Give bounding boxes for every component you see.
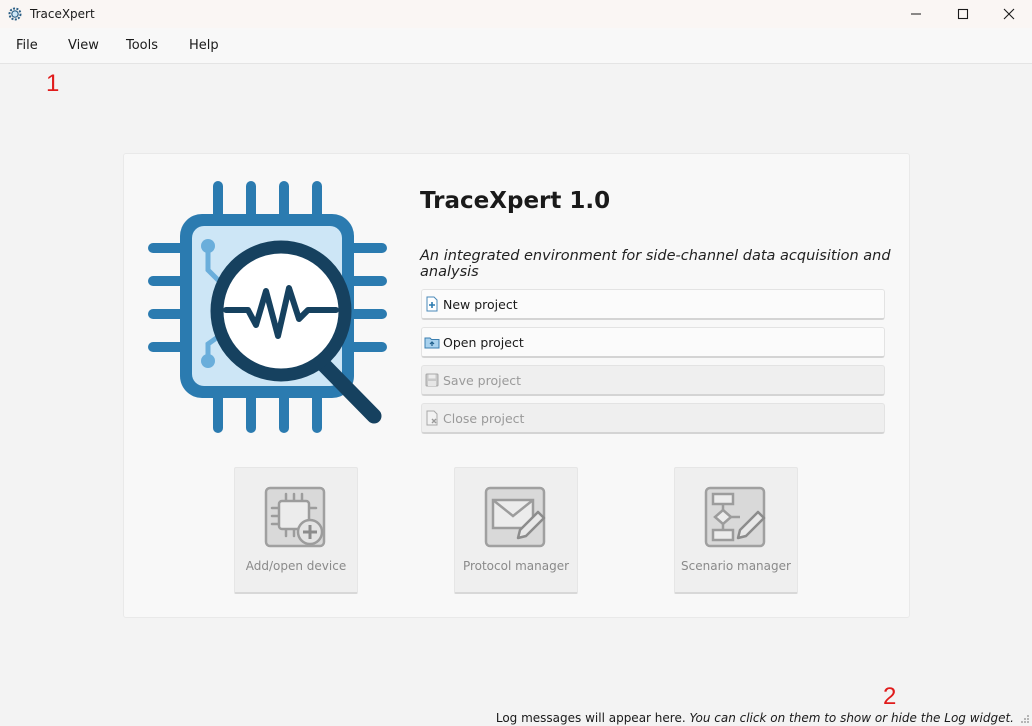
protocol-manager-tile[interactable]: Protocol manager bbox=[454, 467, 578, 594]
menu-bar: File View Tools Help bbox=[0, 28, 1032, 64]
save-project-label: Save project bbox=[443, 372, 522, 388]
title-bar: TraceXpert bbox=[0, 0, 1032, 28]
minimize-button[interactable] bbox=[893, 0, 939, 28]
menu-help[interactable]: Help bbox=[189, 38, 219, 53]
app-name-heading: TraceXpert 1.0 bbox=[420, 188, 611, 214]
close-project-button[interactable]: Close project bbox=[421, 403, 885, 434]
menu-tools[interactable]: Tools bbox=[126, 38, 158, 53]
save-project-button[interactable]: Save project bbox=[421, 365, 885, 396]
menu-file[interactable]: File bbox=[16, 38, 38, 53]
envelope-edit-icon bbox=[484, 486, 546, 548]
log-status-message[interactable]: Log messages will appear here. You can c… bbox=[496, 711, 1014, 725]
new-project-button[interactable]: New project bbox=[421, 289, 885, 320]
new-project-label: New project bbox=[443, 296, 518, 312]
menu-view[interactable]: View bbox=[68, 38, 99, 53]
maximize-button[interactable] bbox=[940, 0, 986, 28]
chip-magnifier-logo-icon bbox=[148, 181, 387, 433]
minimize-icon bbox=[911, 13, 921, 15]
close-project-icon bbox=[426, 410, 438, 426]
new-project-icon bbox=[426, 296, 438, 312]
scenario-manager-tile[interactable]: Scenario manager bbox=[674, 467, 798, 594]
add-open-device-label: Add/open device bbox=[245, 559, 347, 573]
resize-grip-icon[interactable] bbox=[1020, 714, 1030, 724]
open-project-label: Open project bbox=[443, 334, 524, 350]
welcome-panel: TraceXpert 1.0 An integrated environment… bbox=[123, 153, 910, 618]
open-project-button[interactable]: Open project bbox=[421, 327, 885, 358]
close-project-label: Close project bbox=[443, 410, 525, 426]
log-status-prefix: Log messages will appear here. bbox=[495, 711, 686, 725]
close-button[interactable] bbox=[986, 0, 1032, 28]
chip-add-icon bbox=[264, 486, 326, 548]
open-folder-icon bbox=[424, 337, 440, 349]
protocol-manager-label: Protocol manager bbox=[462, 559, 570, 573]
annotation-marker-1: 1 bbox=[46, 70, 60, 97]
close-icon bbox=[1003, 8, 1015, 20]
log-status-hint: You can click on them to show or hide th… bbox=[689, 711, 1014, 725]
app-tagline: An integrated environment for side-chann… bbox=[420, 248, 891, 280]
scenario-manager-label: Scenario manager bbox=[681, 559, 791, 573]
maximize-icon bbox=[957, 8, 969, 20]
gear-chip-icon bbox=[8, 7, 22, 21]
flowchart-edit-icon bbox=[704, 486, 766, 548]
window-title: TraceXpert bbox=[30, 7, 95, 21]
save-icon bbox=[425, 373, 439, 387]
add-open-device-tile[interactable]: Add/open device bbox=[234, 467, 358, 594]
annotation-marker-2: 2 bbox=[883, 683, 897, 710]
